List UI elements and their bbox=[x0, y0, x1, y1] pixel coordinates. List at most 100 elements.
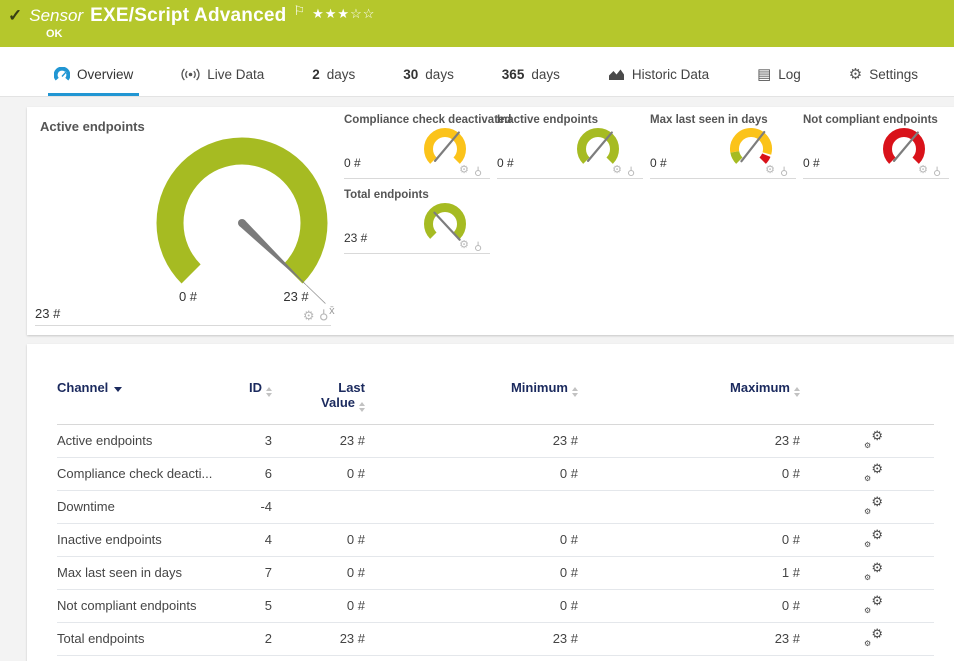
channel-maximum: 23 # bbox=[578, 424, 800, 457]
gauge-cell-active-endpoints: Active endpoints x̄0 #23 # 23 # ⚙ ⚲ bbox=[27, 107, 335, 335]
small-gauges-grid: Compliance check deactivated 0 # ⚙ ⚲ Ina… bbox=[344, 107, 949, 335]
stars-filled: ★★★ bbox=[312, 6, 350, 21]
channel-row-downtime[interactable]: Downtime -4 ⚙⚙ bbox=[57, 490, 934, 523]
sensor-status-badge: OK bbox=[46, 28, 63, 40]
tab-365-days[interactable]: 365 days bbox=[496, 59, 566, 96]
column-label: Maximum bbox=[730, 380, 790, 395]
gauge-pin-icon[interactable]: ⚲ bbox=[933, 165, 941, 176]
channel-maximum: 0 # bbox=[578, 523, 800, 556]
channel-minimum: 0 # bbox=[365, 589, 578, 622]
tab-overview[interactable]: Overview bbox=[48, 59, 139, 96]
gauge-current-value: 0 # bbox=[497, 156, 514, 170]
channel-name: Downtime bbox=[57, 490, 217, 523]
tab-label: Log bbox=[778, 67, 801, 82]
column-label: Channel bbox=[57, 380, 108, 395]
edit-channel-gears-icon[interactable]: ⚙⚙ bbox=[865, 629, 883, 645]
channel-row-not-compliant[interactable]: Not compliant endpoints 5 0 # 0 # 0 # ⚙⚙ bbox=[57, 589, 934, 622]
object-kind-label: Sensor bbox=[29, 6, 83, 26]
overview-content: Active endpoints x̄0 #23 # 23 # ⚙ ⚲ Comp… bbox=[0, 97, 954, 661]
column-header-last-value[interactable]: Last Value bbox=[272, 344, 365, 424]
channel-last-value: 0 # bbox=[272, 523, 365, 556]
gear-icon: ⚙ bbox=[849, 67, 862, 82]
flag-icon[interactable]: ⚐ bbox=[293, 3, 305, 19]
svg-text:x̄: x̄ bbox=[329, 305, 335, 317]
channel-maximum: 0 # bbox=[578, 457, 800, 490]
sort-icon bbox=[794, 387, 800, 397]
tab-live-data[interactable]: Live Data bbox=[175, 59, 270, 96]
column-label: ID bbox=[249, 380, 262, 395]
tab-label: Historic Data bbox=[632, 67, 709, 82]
column-header-id[interactable]: ID bbox=[217, 344, 272, 424]
tab-2-days[interactable]: 2 days bbox=[306, 59, 361, 96]
svg-text:0 #: 0 # bbox=[179, 289, 198, 304]
gauge-pin-icon[interactable]: ⚲ bbox=[780, 165, 788, 176]
sensor-header: ✓ Sensor EXE/Script Advanced ⚐ ★★★☆☆ OK bbox=[0, 0, 954, 47]
tab-label: Live Data bbox=[207, 67, 264, 82]
tab-label: days bbox=[327, 67, 356, 82]
channel-maximum: 23 # bbox=[578, 622, 800, 655]
channel-id: 2 bbox=[217, 622, 272, 655]
gauge-pin-icon[interactable]: ⚲ bbox=[474, 165, 482, 176]
edit-channel-gears-icon[interactable]: ⚙⚙ bbox=[865, 530, 883, 546]
channel-row-compliance-check[interactable]: Compliance check deacti... 6 0 # 0 # 0 #… bbox=[57, 457, 934, 490]
channel-name: Total endpoints bbox=[57, 622, 217, 655]
column-label: Last bbox=[338, 380, 365, 395]
sort-icon bbox=[572, 387, 578, 397]
channel-maximum bbox=[578, 490, 800, 523]
status-ok-check-icon: ✓ bbox=[8, 6, 22, 26]
tab-30-days[interactable]: 30 days bbox=[397, 59, 460, 96]
tab-label: Settings bbox=[869, 67, 918, 82]
sensor-tabbar: Overview Live Data 2 days 30 days 365 da… bbox=[0, 47, 954, 97]
column-header-actions bbox=[800, 344, 934, 424]
gauge-settings-gear-icon[interactable]: ⚙ bbox=[918, 165, 928, 176]
tab-label: days bbox=[425, 67, 454, 82]
channel-maximum: 1 # bbox=[578, 556, 800, 589]
sort-desc-caret-icon bbox=[114, 387, 122, 392]
channel-last-value: 0 # bbox=[272, 457, 365, 490]
column-label: Value bbox=[321, 395, 355, 410]
column-label: Minimum bbox=[511, 380, 568, 395]
edit-channel-gears-icon[interactable]: ⚙⚙ bbox=[865, 497, 883, 513]
channel-row-max-last-seen[interactable]: Max last seen in days 7 0 # 0 # 1 # ⚙⚙ bbox=[57, 556, 934, 589]
edit-channel-gears-icon[interactable]: ⚙⚙ bbox=[865, 596, 883, 612]
gauge-settings-gear-icon[interactable]: ⚙ bbox=[459, 165, 469, 176]
column-header-maximum[interactable]: Maximum bbox=[578, 344, 800, 424]
channel-id: 7 bbox=[217, 556, 272, 589]
channel-last-value: 23 # bbox=[272, 622, 365, 655]
channel-name: Compliance check deacti... bbox=[57, 457, 217, 490]
column-header-channel[interactable]: Channel bbox=[57, 344, 217, 424]
channels-panel: Channel ID Last Value Minimum Maximum bbox=[27, 344, 954, 661]
gauge-pin-icon[interactable]: ⚲ bbox=[319, 309, 329, 322]
edit-channel-gears-icon[interactable]: ⚙⚙ bbox=[865, 431, 883, 447]
cell-divider bbox=[35, 325, 331, 326]
tab-settings[interactable]: ⚙ Settings bbox=[843, 59, 924, 96]
gauge-settings-gear-icon[interactable]: ⚙ bbox=[459, 240, 469, 251]
gauge-current-value: 23 # bbox=[35, 306, 60, 321]
channel-row-active-endpoints[interactable]: Active endpoints 3 23 # 23 # 23 # ⚙⚙ bbox=[57, 424, 934, 457]
gauge-cell-inactive-endpoints: Inactive endpoints 0 # ⚙ ⚲ bbox=[497, 114, 643, 179]
tab-log[interactable]: ▤ Log bbox=[751, 59, 807, 96]
gauge-icon bbox=[54, 67, 70, 82]
channel-row-total-endpoints[interactable]: Total endpoints 2 23 # 23 # 23 # ⚙⚙ bbox=[57, 622, 934, 655]
edit-channel-gears-icon[interactable]: ⚙⚙ bbox=[865, 464, 883, 480]
sensor-title: EXE/Script Advanced bbox=[90, 5, 286, 27]
tab-historic-data[interactable]: Historic Data bbox=[602, 59, 715, 96]
channel-id: -4 bbox=[217, 490, 272, 523]
gauges-panel: Active endpoints x̄0 #23 # 23 # ⚙ ⚲ Comp… bbox=[27, 107, 954, 335]
column-header-minimum[interactable]: Minimum bbox=[365, 344, 578, 424]
channel-last-value: 23 # bbox=[272, 424, 365, 457]
gauge-settings-gear-icon[interactable]: ⚙ bbox=[303, 309, 315, 322]
gauge-pin-icon[interactable]: ⚲ bbox=[474, 240, 482, 251]
sort-icon bbox=[359, 402, 365, 412]
channel-row-inactive-endpoints[interactable]: Inactive endpoints 4 0 # 0 # 0 # ⚙⚙ bbox=[57, 523, 934, 556]
tab-label: days bbox=[531, 67, 560, 82]
channel-minimum: 23 # bbox=[365, 424, 578, 457]
edit-channel-gears-icon[interactable]: ⚙⚙ bbox=[865, 563, 883, 579]
gauge-settings-gear-icon[interactable]: ⚙ bbox=[612, 165, 622, 176]
gauge-pin-icon[interactable]: ⚲ bbox=[627, 165, 635, 176]
tab-label-number: 365 bbox=[502, 67, 525, 82]
priority-stars[interactable]: ★★★☆☆ bbox=[312, 6, 375, 22]
channel-id: 4 bbox=[217, 523, 272, 556]
channel-id: 3 bbox=[217, 424, 272, 457]
gauge-settings-gear-icon[interactable]: ⚙ bbox=[765, 165, 775, 176]
